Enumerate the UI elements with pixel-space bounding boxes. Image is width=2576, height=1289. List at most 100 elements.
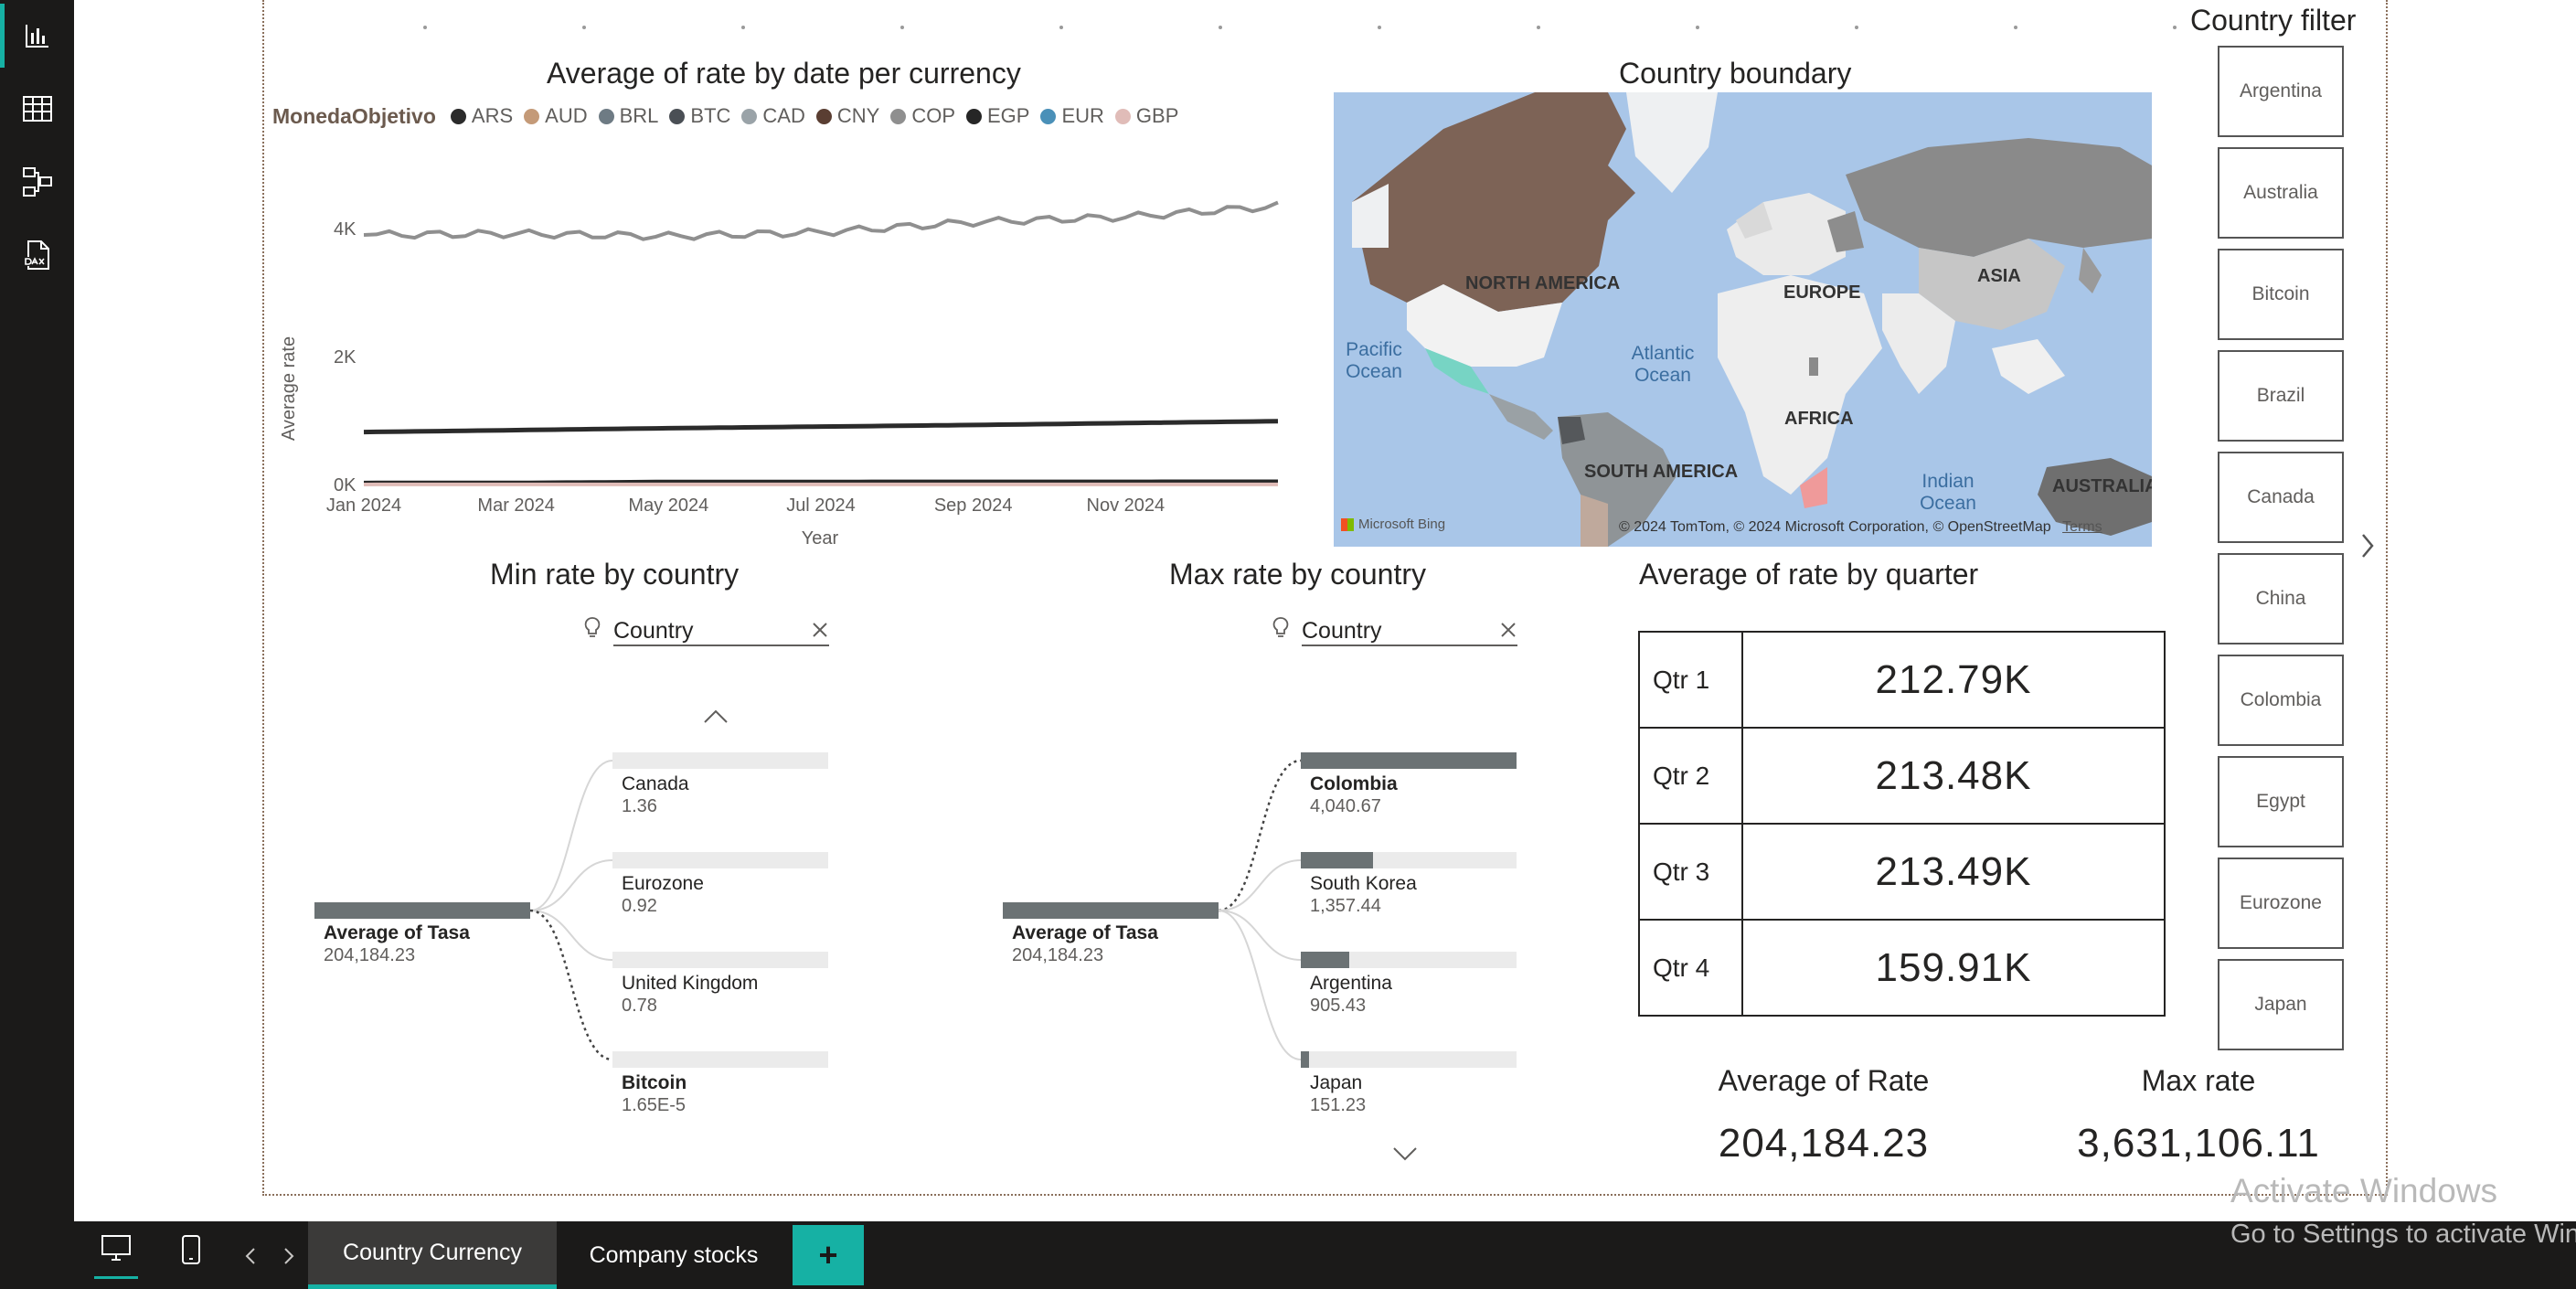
- map-terms-link[interactable]: Terms: [2062, 519, 2102, 535]
- lightbulb-icon: [1272, 617, 1289, 637]
- mobile-icon: [182, 1235, 200, 1264]
- tree-node-bar[interactable]: [612, 852, 828, 868]
- tree-root-label: Average of Tasa: [1012, 922, 1158, 943]
- tree-node-label: Argentina: [1310, 973, 1392, 994]
- tree-root-value: 204,184.23: [1012, 945, 1104, 965]
- table-view-button[interactable]: [0, 77, 74, 141]
- dax-query-view-icon: [23, 240, 49, 270]
- legend-label: BRL: [619, 104, 659, 128]
- map-shapes: [1352, 92, 2152, 547]
- tree-root-value: 204,184.23: [324, 945, 416, 965]
- tree-node-bar[interactable]: [1301, 952, 1517, 968]
- legend-title: MonedaObjetivo: [272, 104, 436, 128]
- slicer-item-australia[interactable]: Australia: [2218, 147, 2344, 239]
- lightbulb-icon: [584, 617, 601, 637]
- min-tree-remove-icon[interactable]: [812, 622, 828, 638]
- line-chart-title: Average of rate by date per currency: [547, 57, 1021, 90]
- legend-item[interactable]: COP: [890, 104, 955, 128]
- slicer-item-brazil[interactable]: Brazil: [2218, 350, 2344, 442]
- tree-node-bar-fill: [1301, 1051, 1309, 1068]
- tree-root-label: Average of Tasa: [324, 922, 470, 943]
- tree-connectors: [530, 760, 612, 1061]
- tree-node-bar[interactable]: [1301, 752, 1517, 769]
- activate-windows-subtitle: Go to Settings to activate Windows.: [2230, 1220, 2576, 1249]
- next-page-icon[interactable]: [282, 1247, 295, 1265]
- slicer-item-china[interactable]: China: [2218, 553, 2344, 644]
- report-view-button[interactable]: [0, 4, 74, 68]
- tree-node-bar[interactable]: [612, 952, 828, 968]
- max-tree-field-chip[interactable]: Country: [1302, 618, 1517, 646]
- x-tick-label: Sep 2024: [934, 495, 1013, 516]
- avg-rate-card-label: Average of Rate: [1718, 1064, 1930, 1097]
- min-tree-field-chip[interactable]: Country: [613, 618, 829, 646]
- tree-root-bar[interactable]: [1003, 902, 1219, 919]
- legend-item[interactable]: BTC: [669, 104, 730, 128]
- tree-node-value: 0.92: [622, 896, 657, 916]
- legend-item[interactable]: EGP: [966, 104, 1029, 128]
- quarter-row: Qtr 3 213.49K: [1638, 823, 2166, 921]
- series-line-egp[interactable]: [363, 479, 1278, 485]
- model-view-button[interactable]: [0, 150, 74, 214]
- quarter-row: Qtr 4 159.91K: [1638, 919, 2166, 1017]
- slicer-title: Country filter: [2190, 4, 2357, 37]
- dax-query-view-button[interactable]: [0, 223, 74, 287]
- quarter-table: Qtr 1 212.79K Qtr 2 213.48K Qtr 3 213.49K Qtr …: [1638, 631, 2166, 1017]
- legend-marker: [669, 108, 686, 124]
- prev-page-icon[interactable]: [244, 1247, 257, 1265]
- country-map[interactable]: NORTH AMERICA EUROPE ASIA AFRICA SOUTH A…: [1334, 92, 2152, 547]
- scroll-up-icon[interactable]: [702, 708, 729, 726]
- tree-node-bar[interactable]: [1301, 852, 1517, 868]
- legend-item[interactable]: AUD: [524, 104, 588, 128]
- chevron-right-icon[interactable]: [2358, 532, 2377, 559]
- tab-company-stocks[interactable]: Company stocks: [557, 1221, 791, 1289]
- tree-node-label: Japan: [1310, 1072, 1363, 1093]
- slicer-item-bitcoin[interactable]: Bitcoin: [2218, 249, 2344, 340]
- canvas-grid-dots: [423, 26, 2177, 29]
- legend-item[interactable]: CAD: [741, 104, 805, 128]
- series-line-cop[interactable]: [363, 200, 1279, 241]
- scroll-down-icon[interactable]: [1391, 1145, 1419, 1163]
- line-chart[interactable]: Average rate Year 4K 2K 0KJan 2024 Mar 2024…: [265, 183, 1289, 558]
- max-rate-card-label: Max rate: [2141, 1064, 2256, 1097]
- desktop-layout-button[interactable]: [94, 1234, 138, 1279]
- legend-items: ARS AUD BRL BTC CAD CNY COP EGP EUR GBP: [450, 104, 1189, 129]
- slicer-item-egypt[interactable]: Egypt: [2218, 756, 2344, 847]
- tree-connectors: [1219, 759, 1301, 1060]
- series-line-ars[interactable]: [363, 419, 1279, 435]
- map-label-indian: Indian Ocean: [1920, 471, 1976, 514]
- quarter-value: 159.91K: [1741, 919, 2166, 1017]
- tree-node-label: Bitcoin: [622, 1072, 687, 1093]
- quarter-value: 213.49K: [1741, 823, 2166, 921]
- legend-label: BTC: [690, 104, 731, 128]
- slicer-item-eurozone[interactable]: Eurozone: [2218, 858, 2344, 949]
- quarter-row: Qtr 1 212.79K: [1638, 631, 2166, 729]
- slicer-item-japan[interactable]: Japan: [2218, 959, 2344, 1050]
- legend-item[interactable]: ARS: [450, 104, 513, 128]
- map-label-europe: EUROPE: [1783, 282, 1861, 303]
- slicer-item-colombia[interactable]: Colombia: [2218, 655, 2344, 746]
- tree-node-label: South Korea: [1310, 873, 1417, 894]
- table-view-icon: [22, 96, 52, 122]
- slicer-item-argentina[interactable]: Argentina: [2218, 46, 2344, 137]
- y-tick-label: 2K: [334, 347, 357, 368]
- legend-item[interactable]: BRL: [598, 104, 659, 128]
- x-axis-title: Year: [802, 528, 839, 549]
- x-tick-label: Jul 2024: [786, 495, 856, 516]
- tab-country-currency[interactable]: Country Currency: [308, 1221, 557, 1289]
- legend-item[interactable]: EUR: [1040, 104, 1104, 128]
- y-axis-title: Average rate: [279, 336, 299, 441]
- tree-node-value: 1.65E-5: [622, 1095, 687, 1115]
- legend-item[interactable]: CNY: [815, 104, 879, 128]
- tree-node-bar[interactable]: [612, 752, 828, 769]
- max-tree-remove-icon[interactable]: [1500, 622, 1517, 638]
- legend-label: EUR: [1061, 104, 1104, 128]
- map-label-atlantic: Atlantic Ocean: [1631, 343, 1695, 386]
- quarter-label: Qtr 1: [1638, 631, 1743, 729]
- tree-node-bar[interactable]: [1301, 1051, 1517, 1068]
- legend-item[interactable]: GBP: [1114, 104, 1178, 128]
- add-page-button[interactable]: +: [793, 1225, 864, 1285]
- tree-node-bar[interactable]: [612, 1051, 828, 1068]
- tree-root-bar[interactable]: [314, 902, 530, 919]
- mobile-layout-button[interactable]: [176, 1234, 206, 1276]
- slicer-item-canada[interactable]: Canada: [2218, 452, 2344, 543]
